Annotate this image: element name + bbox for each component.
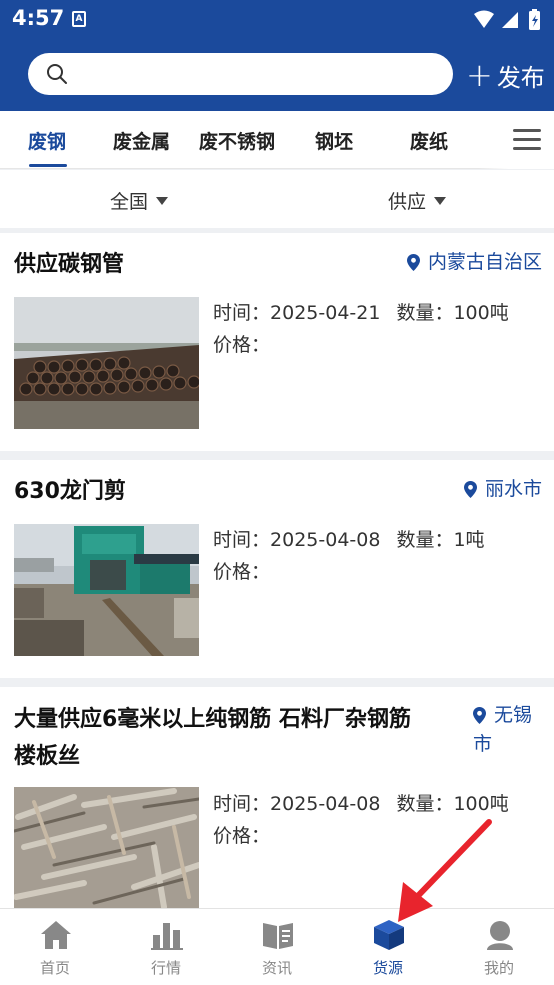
search-bar[interactable] xyxy=(28,53,453,95)
region-filter-dropdown[interactable]: 全国 xyxy=(110,187,169,214)
nav-news[interactable]: 资讯 xyxy=(222,909,332,985)
search-input[interactable] xyxy=(76,59,436,89)
cube-icon xyxy=(374,920,404,950)
listing-meta-row: 时间：2025-04-08 数量：100吨 xyxy=(213,788,509,820)
listing-date: 2025-04-08 xyxy=(270,529,381,551)
user-icon xyxy=(487,921,513,950)
home-icon xyxy=(41,921,71,949)
status-indicators-icon xyxy=(474,9,540,30)
listing-image-rebar-scrap[interactable] xyxy=(14,787,199,908)
active-tab-indicator xyxy=(29,164,67,167)
time-label: 时间： xyxy=(213,793,271,815)
price-label: 价格： xyxy=(213,334,271,356)
search-icon[interactable] xyxy=(46,63,68,89)
time-label: 时间： xyxy=(213,302,271,324)
time-label: 时间： xyxy=(213,529,271,551)
nav-home-label: 首页 xyxy=(39,959,70,977)
tab-scrap-stainless[interactable]: 废不锈钢 xyxy=(199,127,275,154)
nav-supply[interactable]: 货源 xyxy=(333,909,443,985)
listing-meta-row: 时间：2025-04-08 数量：1吨 xyxy=(213,524,485,556)
system-icons xyxy=(472,8,544,36)
listing-title-line2: 楼板丝 xyxy=(14,744,81,769)
price-label: 价格： xyxy=(213,825,271,847)
listing-image-gantry-shear[interactable] xyxy=(14,524,199,656)
nav-market-label: 行情 xyxy=(150,959,181,977)
location-pin-icon xyxy=(406,254,420,271)
listing-price-row: 价格： xyxy=(213,329,509,361)
publish-label: 发布 xyxy=(496,63,545,92)
type-filter-dropdown[interactable]: 供应 xyxy=(388,187,447,214)
listing-quantity: 100吨 xyxy=(453,302,509,324)
publish-button[interactable]: + 发布 xyxy=(466,58,545,92)
quantity-label: 数量： xyxy=(396,302,454,324)
bar-chart-icon xyxy=(151,923,183,950)
listing-card[interactable]: 供应碳钢管 内蒙古自治区 时间：2025-04-21 数量：100吨 价格： xyxy=(0,233,554,451)
quantity-label: 数量： xyxy=(396,529,454,551)
listing-quantity: 1吨 xyxy=(453,529,485,551)
listing-quantity: 100吨 xyxy=(453,793,509,815)
nav-profile-label: 我的 xyxy=(483,959,514,977)
listing-price-row: 价格： xyxy=(213,556,485,588)
listing-card[interactable]: 630龙门剪 丽水市 时间：2025-04-08 数量：1吨 价格： xyxy=(0,460,554,678)
listing-info: 时间：2025-04-08 数量：100吨 价格： xyxy=(213,788,509,852)
book-icon xyxy=(263,923,293,949)
status-time: 4:57 xyxy=(12,6,65,30)
menu-icon[interactable] xyxy=(513,129,541,151)
tab-scrap-steel[interactable]: 废钢 xyxy=(28,127,66,154)
quantity-label: 数量： xyxy=(396,793,454,815)
app-header: 4:57 A + 发布 xyxy=(0,0,554,111)
listing-price-row: 价格： xyxy=(213,820,509,852)
listing-location: 丽水市 xyxy=(463,475,542,504)
listing-info: 时间：2025-04-21 数量：100吨 价格： xyxy=(213,297,509,361)
location-text-line1: 无锡 xyxy=(493,704,532,726)
listing-location: 内蒙古自治区 xyxy=(406,248,542,277)
type-filter-label: 供应 xyxy=(388,191,427,213)
nav-market[interactable]: 行情 xyxy=(111,909,221,985)
tab-waste-paper[interactable]: 废纸 xyxy=(410,127,448,154)
caret-down-icon xyxy=(434,196,447,205)
app-screen: 4:57 A + 发布 废钢 废金属 废不锈钢 钢坯 废纸 全国 供应 供应碳钢… xyxy=(0,0,554,985)
category-tabs: 废钢 废金属 废不锈钢 钢坯 废纸 xyxy=(0,111,554,169)
location-pin-icon xyxy=(463,481,477,498)
nav-profile[interactable]: 我的 xyxy=(444,909,554,985)
location-text-line2: 市 xyxy=(472,733,492,755)
listing-title: 大量供应6毫米以上纯钢筋 石料厂杂钢筋 楼板丝 xyxy=(14,701,411,775)
listing-meta-row: 时间：2025-04-21 数量：100吨 xyxy=(213,297,509,329)
caret-down-icon xyxy=(156,196,169,205)
location-text: 无锡 市 xyxy=(473,701,532,759)
nav-news-label: 资讯 xyxy=(261,959,292,977)
nav-home[interactable]: 首页 xyxy=(0,909,110,985)
status-bar: 4:57 A xyxy=(0,0,554,38)
tab-scrap-metal[interactable]: 废金属 xyxy=(113,127,170,154)
listing-date: 2025-04-21 xyxy=(270,302,381,324)
listing-title: 630龙门剪 xyxy=(14,479,126,504)
bottom-navigation: 首页 行情 资讯 货源 我的 xyxy=(0,908,554,985)
plus-icon: + xyxy=(466,56,493,94)
listing-card[interactable]: 大量供应6毫米以上纯钢筋 石料厂杂钢筋 楼板丝 无锡 市 时间：2025-04-… xyxy=(0,687,554,908)
location-text: 丽水市 xyxy=(484,478,542,500)
listing-image-steel-pipes[interactable] xyxy=(14,297,199,429)
price-label: 价格： xyxy=(213,561,271,583)
listing-title: 供应碳钢管 xyxy=(14,252,125,277)
location-pin-icon xyxy=(472,707,486,724)
listing-title-line1: 大量供应6毫米以上纯钢筋 石料厂杂钢筋 xyxy=(14,707,411,732)
nav-supply-label: 货源 xyxy=(372,959,403,977)
listing-location: 无锡 市 xyxy=(472,701,532,759)
notification-icon: A xyxy=(72,11,86,27)
listing-info: 时间：2025-04-08 数量：1吨 价格： xyxy=(213,524,485,588)
location-text: 内蒙古自治区 xyxy=(427,251,542,273)
listing-date: 2025-04-08 xyxy=(270,793,381,815)
tab-steel-billet[interactable]: 钢坯 xyxy=(315,127,353,154)
region-filter-label: 全国 xyxy=(110,191,149,213)
filter-bar: 全国 供应 xyxy=(0,170,554,228)
